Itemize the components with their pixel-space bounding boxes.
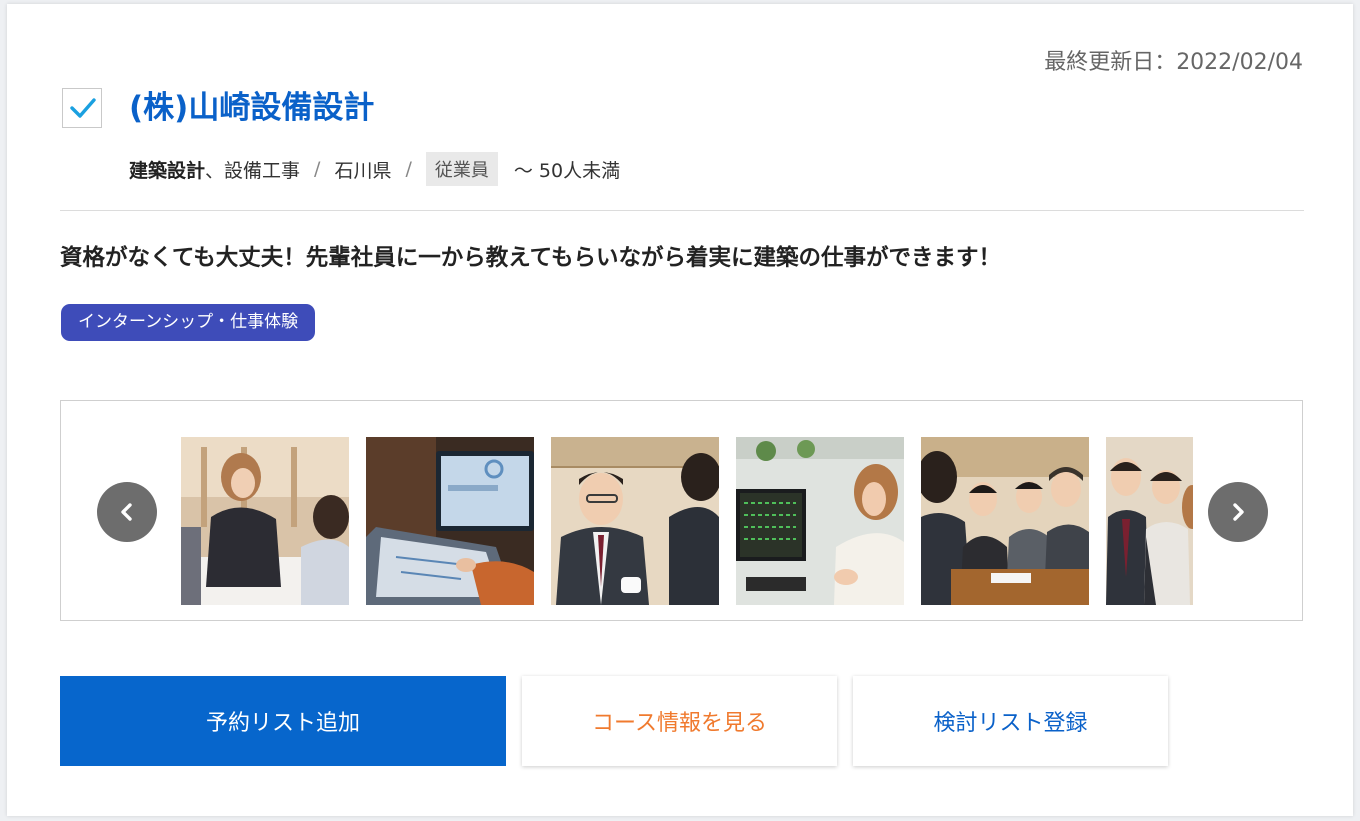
company-card: 最終更新日：2022/02/04 (株)山崎設備設計 建築設計 、設備工事 / …: [7, 4, 1353, 816]
program-badge: インターンシップ・仕事体験: [61, 304, 316, 341]
location: 石川県: [334, 159, 392, 182]
carousel-next-button[interactable]: [1208, 482, 1268, 542]
photo-carousel: [60, 400, 1303, 621]
view-course-info-button[interactable]: コース情報を見る: [522, 676, 837, 766]
company-name-link[interactable]: (株)山崎設備設計: [129, 88, 374, 128]
meta-separator: /: [314, 158, 321, 180]
industry-sub: 、設備工事: [205, 159, 301, 182]
carousel-photo[interactable]: [181, 437, 349, 605]
carousel-photo[interactable]: [921, 437, 1089, 605]
carousel-photo[interactable]: [736, 437, 904, 605]
carousel-track: [181, 437, 1193, 605]
carousel-photo[interactable]: [551, 437, 719, 605]
divider: [60, 210, 1304, 211]
carousel-photo[interactable]: [366, 437, 534, 605]
check-icon: [70, 98, 96, 118]
industry-main: 建築設計: [129, 159, 206, 182]
employees-value: ～ 50人未満: [513, 159, 621, 182]
add-to-consideration-list-button[interactable]: 検討リスト登録: [853, 676, 1168, 766]
meta-separator: /: [405, 158, 412, 180]
carousel-prev-button[interactable]: [97, 482, 157, 542]
company-meta: 建築設計 、設備工事 / 石川県 / 従業員 ～ 50人未満: [129, 152, 620, 186]
catch-copy: 資格がなくても大丈夫！先輩社員に一から教えてもらいながら着実に建築の仕事ができま…: [60, 245, 1001, 271]
last-updated-date: 最終更新日：2022/02/04: [1044, 50, 1303, 75]
chevron-right-icon: [1233, 503, 1244, 521]
company-select-checkbox[interactable]: [62, 88, 102, 128]
chevron-left-icon: [121, 503, 132, 521]
carousel-photo[interactable]: [1106, 437, 1193, 605]
employees-tag: 従業員: [425, 152, 498, 186]
add-to-reservation-list-button[interactable]: 予約リスト追加: [60, 676, 506, 766]
